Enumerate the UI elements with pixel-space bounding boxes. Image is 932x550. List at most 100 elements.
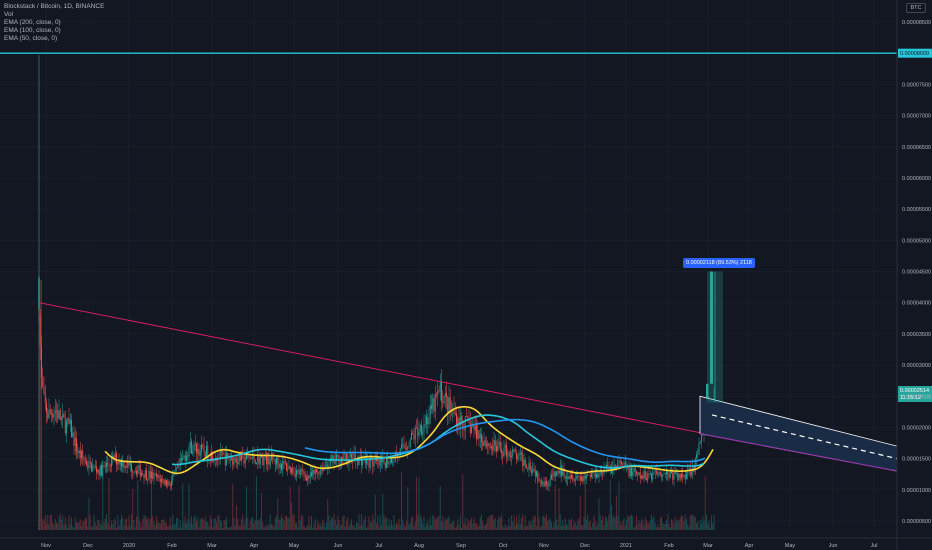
volume-bar bbox=[214, 518, 216, 530]
volume-bar bbox=[359, 525, 361, 530]
price-tick-label: 0.00006000 bbox=[902, 176, 931, 182]
legend-vol[interactable]: Vol bbox=[4, 11, 104, 19]
legend-ema50[interactable]: EMA (50, close, 0) bbox=[4, 35, 104, 43]
volume-bar bbox=[709, 527, 711, 530]
candle-body bbox=[259, 457, 261, 465]
volume-bar bbox=[118, 525, 120, 530]
volume-bar bbox=[682, 516, 684, 530]
candle-body bbox=[498, 441, 500, 446]
volume-bar bbox=[402, 519, 404, 530]
volume-bar bbox=[612, 516, 614, 530]
volume-bar bbox=[399, 525, 401, 530]
volume-bar bbox=[219, 520, 221, 530]
volume-bar bbox=[122, 517, 124, 530]
volume-bar bbox=[281, 514, 282, 530]
candle-body bbox=[174, 469, 176, 471]
volume-bar bbox=[689, 515, 691, 530]
volume-bar bbox=[551, 522, 552, 530]
volume-bar bbox=[447, 518, 449, 530]
legend-ema100[interactable]: EMA (100, close, 0) bbox=[4, 27, 104, 35]
volume-bar bbox=[492, 514, 494, 530]
candle-body bbox=[47, 412, 49, 419]
volume-bar bbox=[631, 514, 632, 530]
volume-bar bbox=[601, 520, 602, 530]
candle-body bbox=[459, 416, 461, 427]
volume-bar bbox=[368, 516, 370, 530]
volume-bar bbox=[227, 526, 229, 530]
candle-body bbox=[617, 463, 619, 467]
volume-bar bbox=[617, 515, 619, 530]
volume-bar bbox=[308, 516, 310, 530]
volume-bar bbox=[83, 520, 85, 530]
candle-body bbox=[44, 393, 46, 403]
volume-bar bbox=[226, 517, 227, 530]
candle-body bbox=[152, 471, 154, 479]
candle-body bbox=[104, 465, 106, 467]
candle-body bbox=[138, 465, 140, 470]
volume-bar bbox=[519, 524, 521, 530]
candle-body bbox=[103, 465, 105, 467]
candle-body bbox=[541, 481, 542, 484]
volume-bar bbox=[579, 495, 581, 530]
candle-body bbox=[492, 446, 494, 451]
candle-body bbox=[269, 460, 271, 465]
candle-body bbox=[229, 459, 231, 461]
volume-bar bbox=[187, 519, 189, 530]
volume-bar bbox=[651, 514, 652, 530]
currency-unit-button[interactable]: BTC bbox=[906, 3, 926, 13]
volume-bar bbox=[178, 527, 180, 530]
candle-body bbox=[641, 475, 642, 479]
volume-bar bbox=[502, 525, 504, 530]
candle-body bbox=[68, 418, 70, 425]
volume-bar bbox=[433, 516, 435, 530]
volume-bar bbox=[143, 515, 145, 530]
volume-bar bbox=[284, 515, 286, 530]
candle-body bbox=[469, 423, 471, 433]
volume-bar bbox=[393, 515, 395, 530]
volume-bar bbox=[526, 525, 527, 530]
price-tick-label: 0.00000500 bbox=[902, 519, 931, 525]
volume-bar bbox=[422, 523, 424, 530]
candle-body bbox=[639, 472, 641, 479]
candle-body bbox=[437, 390, 439, 396]
candle-body bbox=[407, 447, 409, 450]
volume-bar bbox=[222, 527, 224, 530]
volume-bar bbox=[588, 521, 590, 530]
volume-bar bbox=[276, 515, 277, 530]
volume-bar bbox=[553, 522, 555, 530]
candle-body bbox=[688, 467, 690, 470]
volume-bar bbox=[157, 521, 159, 530]
candle-body bbox=[384, 462, 386, 468]
symbol-title[interactable]: Blockstack / Bitcoin, 1D, BINANCE bbox=[4, 3, 104, 11]
candle-body bbox=[308, 475, 310, 479]
volume-bar bbox=[336, 524, 337, 530]
volume-bar bbox=[411, 517, 412, 530]
candle-body bbox=[428, 418, 430, 424]
candle-body bbox=[454, 413, 456, 415]
price-tick-label: 0.00005500 bbox=[902, 207, 931, 213]
volume-bar bbox=[582, 525, 584, 530]
volume-bar bbox=[542, 515, 544, 530]
candle-body bbox=[63, 413, 65, 418]
candle-body bbox=[659, 471, 661, 475]
volume-bar bbox=[572, 526, 574, 530]
candle-body bbox=[66, 421, 67, 433]
candle-body bbox=[436, 394, 437, 396]
volume-bar bbox=[381, 525, 382, 530]
volume-bar bbox=[499, 518, 501, 530]
price-tick-label: 0.00005000 bbox=[902, 238, 931, 244]
candle-body bbox=[571, 475, 572, 479]
price-chart[interactable]: 0.000080000.000049940.000044830.00004037… bbox=[0, 0, 932, 550]
volume-bar bbox=[564, 518, 566, 530]
legend-ema200[interactable]: EMA (200, close, 0) bbox=[4, 19, 104, 27]
candle-body bbox=[421, 424, 422, 435]
volume-bar bbox=[199, 519, 201, 530]
volume-bar bbox=[158, 522, 160, 530]
volume-bar bbox=[539, 526, 541, 530]
candle-body bbox=[496, 445, 497, 452]
volume-bar bbox=[302, 515, 304, 530]
candle-body bbox=[192, 451, 194, 454]
candle-body bbox=[109, 465, 111, 467]
candle-body bbox=[236, 459, 237, 463]
candle-body bbox=[431, 405, 432, 409]
